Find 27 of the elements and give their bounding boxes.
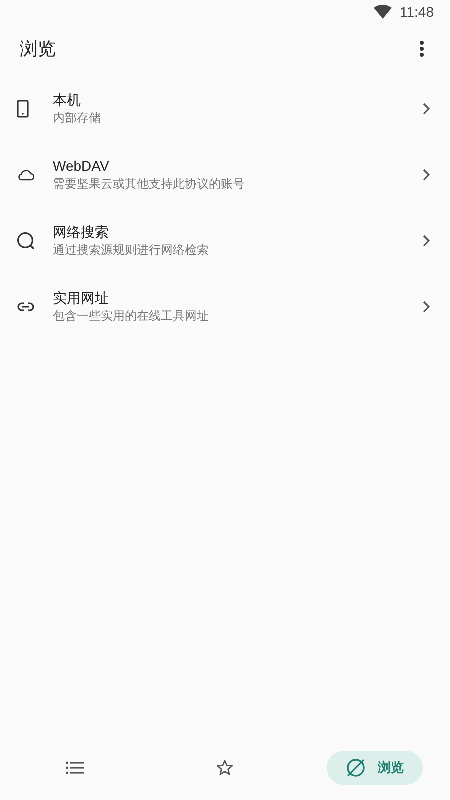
page-title: 浏览 [20,38,56,60]
phone-icon [17,100,29,118]
chevron-right-icon [423,301,430,313]
item-subtitle: 包含一些实用的在线工具网址 [53,308,210,325]
item-title: 实用网址 [53,289,110,308]
list-item[interactable]: 实用网址 包含一些实用的在线工具网址 [0,274,450,340]
nav-tab[interactable]: 浏览 [327,751,423,785]
item-title: 本机 [53,91,82,110]
more-options-icon [420,41,424,57]
search-icon [17,232,35,250]
wifi-icon [374,5,392,19]
link-icon [17,302,35,312]
chevron-right-icon [423,169,430,181]
list-item[interactable]: WebDAV 需要坚果云或其他支持此协议的账号 [0,142,450,208]
list-icon [66,761,84,775]
item-subtitle: 通过搜索源规则进行网络检索 [53,242,210,259]
item-subtitle: 需要坚果云或其他支持此协议的账号 [53,176,246,193]
list-item[interactable]: 本机 内部存储 [0,76,450,142]
chevron-right-icon [423,235,430,247]
cloud-icon [17,169,35,181]
item-title: 网络搜索 [53,223,110,242]
star-icon [216,759,234,777]
item-subtitle: 内部存储 [53,110,102,127]
chevron-right-icon [423,103,430,115]
status-time: 11:48 [400,2,434,22]
list-item[interactable]: 网络搜索 通过搜索源规则进行网络检索 [0,208,450,274]
item-title: WebDAV [53,157,110,176]
